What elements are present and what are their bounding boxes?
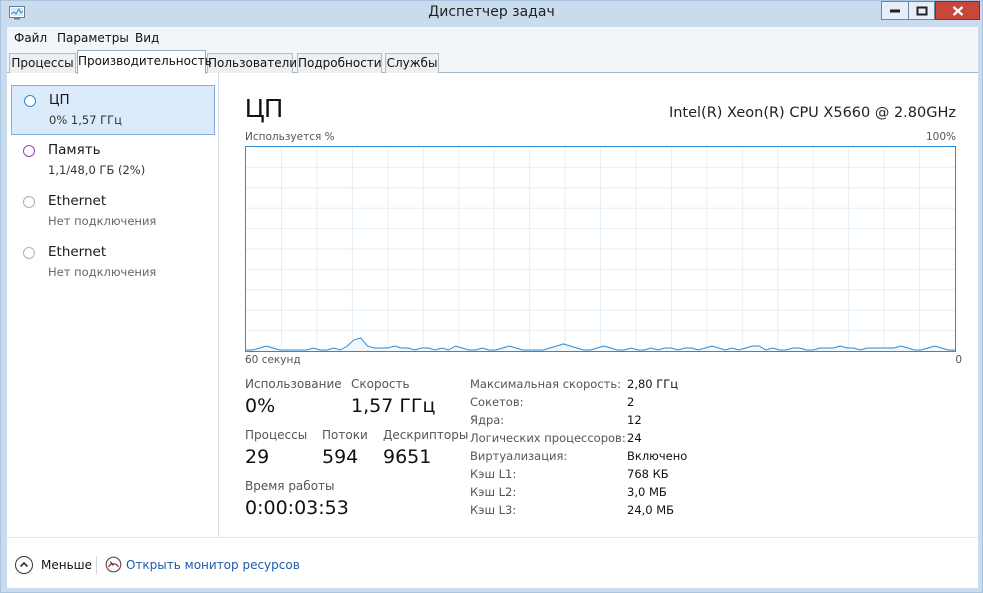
graph-y-max-label: 100% xyxy=(925,131,956,143)
cpu-usage-graph xyxy=(245,146,956,352)
threads-label: Потоки xyxy=(322,428,368,442)
title-bar[interactable]: Диспетчер задач xyxy=(1,1,982,26)
cpu-graph-thumb-icon xyxy=(24,95,36,107)
spec-cache-l1-label: Кэш L1: xyxy=(470,467,517,481)
sidebar-item-title: ЦП xyxy=(49,92,70,108)
threads-value: 594 xyxy=(322,446,359,468)
speed-value: 1,57 ГГц xyxy=(351,395,436,417)
content-area: ЦП 0% 1,57 ГГц Память 1,1/48,0 ГБ (2%) E… xyxy=(7,73,978,588)
sidebar-item-cpu[interactable]: ЦП 0% 1,57 ГГц xyxy=(11,85,215,135)
footer-bar: Меньше Открыть монитор ресурсов xyxy=(7,537,978,588)
performance-panel: ЦП Intel(R) Xeon(R) CPU X5660 @ 2.80GHz … xyxy=(220,73,978,537)
window-title: Диспетчер задач xyxy=(428,4,555,20)
spec-cache-l1-value: 768 КБ xyxy=(627,467,669,481)
spec-cache-l3-value: 24,0 МБ xyxy=(627,503,675,517)
tab-strip: Процессы Производительность Пользователи… xyxy=(7,49,978,74)
sidebar-item-subtitle: 0% 1,57 ГГц xyxy=(49,113,123,127)
maximize-icon xyxy=(916,6,927,15)
spec-cores-value: 12 xyxy=(627,413,642,427)
usage-value: 0% xyxy=(245,395,276,417)
close-icon xyxy=(952,5,963,16)
task-manager-window: Диспетчер задач Файл Параметры Вид Проце… xyxy=(0,0,983,593)
footer-divider xyxy=(96,556,97,574)
usage-label: Использование xyxy=(245,377,342,391)
sidebar-item-memory[interactable]: Память 1,1/48,0 ГБ (2%) xyxy=(11,136,215,186)
spec-cache-l2-value: 3,0 МБ xyxy=(627,485,667,499)
tab-performance[interactable]: Производительность xyxy=(77,50,212,74)
sidebar-item-title: Память xyxy=(48,142,101,158)
cpu-model-name: Intel(R) Xeon(R) CPU X5660 @ 2.80GHz xyxy=(668,105,956,121)
tab-users[interactable]: Пользователи xyxy=(207,53,297,73)
sidebar-item-subtitle: 1,1/48,0 ГБ (2%) xyxy=(48,163,146,177)
menu-file[interactable]: Файл xyxy=(14,31,47,45)
spec-logical-processors-label: Логических процессоров: xyxy=(470,431,626,445)
uptime-label: Время работы xyxy=(245,479,335,493)
spec-virtualization-label: Виртуализация: xyxy=(470,449,568,463)
spec-max-speed-value: 2,80 ГГц xyxy=(627,377,679,391)
spec-logical-processors-value: 24 xyxy=(627,431,642,445)
ethernet-graph-thumb-icon xyxy=(23,196,35,208)
sidebar-item-subtitle: Нет подключения xyxy=(48,214,157,228)
fewer-details-button[interactable] xyxy=(15,556,33,574)
sidebar-item-ethernet-1[interactable]: Ethernet Нет подключения xyxy=(11,187,215,237)
processes-label: Процессы xyxy=(245,428,308,442)
tab-processes[interactable]: Процессы xyxy=(9,53,76,73)
ethernet-graph-thumb-icon xyxy=(23,247,35,259)
graph-y-label: Используется % xyxy=(245,131,335,143)
sidebar-item-ethernet-2[interactable]: Ethernet Нет подключения xyxy=(11,238,215,288)
memory-graph-thumb-icon xyxy=(23,145,35,157)
handles-value: 9651 xyxy=(383,446,432,468)
minimize-button[interactable] xyxy=(881,1,908,20)
menu-bar: Файл Параметры Вид xyxy=(7,27,978,49)
sidebar-item-subtitle: Нет подключения xyxy=(48,265,157,279)
graph-x-right-label: 0 xyxy=(955,354,962,366)
spec-max-speed-label: Максимальная скорость: xyxy=(470,377,622,391)
tab-details[interactable]: Подробности xyxy=(297,53,382,73)
spec-cache-l3-label: Кэш L3: xyxy=(470,503,517,517)
page-title: ЦП xyxy=(245,93,283,123)
speed-label: Скорость xyxy=(351,377,410,391)
sidebar-item-title: Ethernet xyxy=(48,244,107,260)
menu-options[interactable]: Параметры xyxy=(57,31,129,45)
spec-sockets-value: 2 xyxy=(627,395,635,409)
graph-x-left-label: 60 секунд xyxy=(245,354,301,366)
minimize-icon xyxy=(890,9,900,12)
maximize-button[interactable] xyxy=(908,1,935,20)
uptime-value: 0:00:03:53 xyxy=(245,497,349,519)
menu-view[interactable]: Вид xyxy=(135,31,159,45)
fewer-details-label[interactable]: Меньше xyxy=(41,558,92,572)
handles-label: Дескрипторы xyxy=(383,428,469,442)
spec-sockets-label: Сокетов: xyxy=(470,395,524,409)
resource-monitor-icon[interactable] xyxy=(105,556,122,573)
chevron-up-icon xyxy=(19,561,29,568)
close-button[interactable] xyxy=(935,1,980,20)
cpu-usage-chart xyxy=(246,147,955,351)
spec-cache-l2-label: Кэш L2: xyxy=(470,485,517,499)
tab-services[interactable]: Службы xyxy=(385,53,439,73)
resource-sidebar: ЦП 0% 1,57 ГГц Память 1,1/48,0 ГБ (2%) E… xyxy=(7,73,219,537)
open-resource-monitor-link[interactable]: Открыть монитор ресурсов xyxy=(126,558,300,572)
sidebar-item-title: Ethernet xyxy=(48,193,107,209)
spec-cores-label: Ядра: xyxy=(470,413,505,427)
processes-value: 29 xyxy=(245,446,270,468)
spec-virtualization-value: Включено xyxy=(627,449,688,463)
